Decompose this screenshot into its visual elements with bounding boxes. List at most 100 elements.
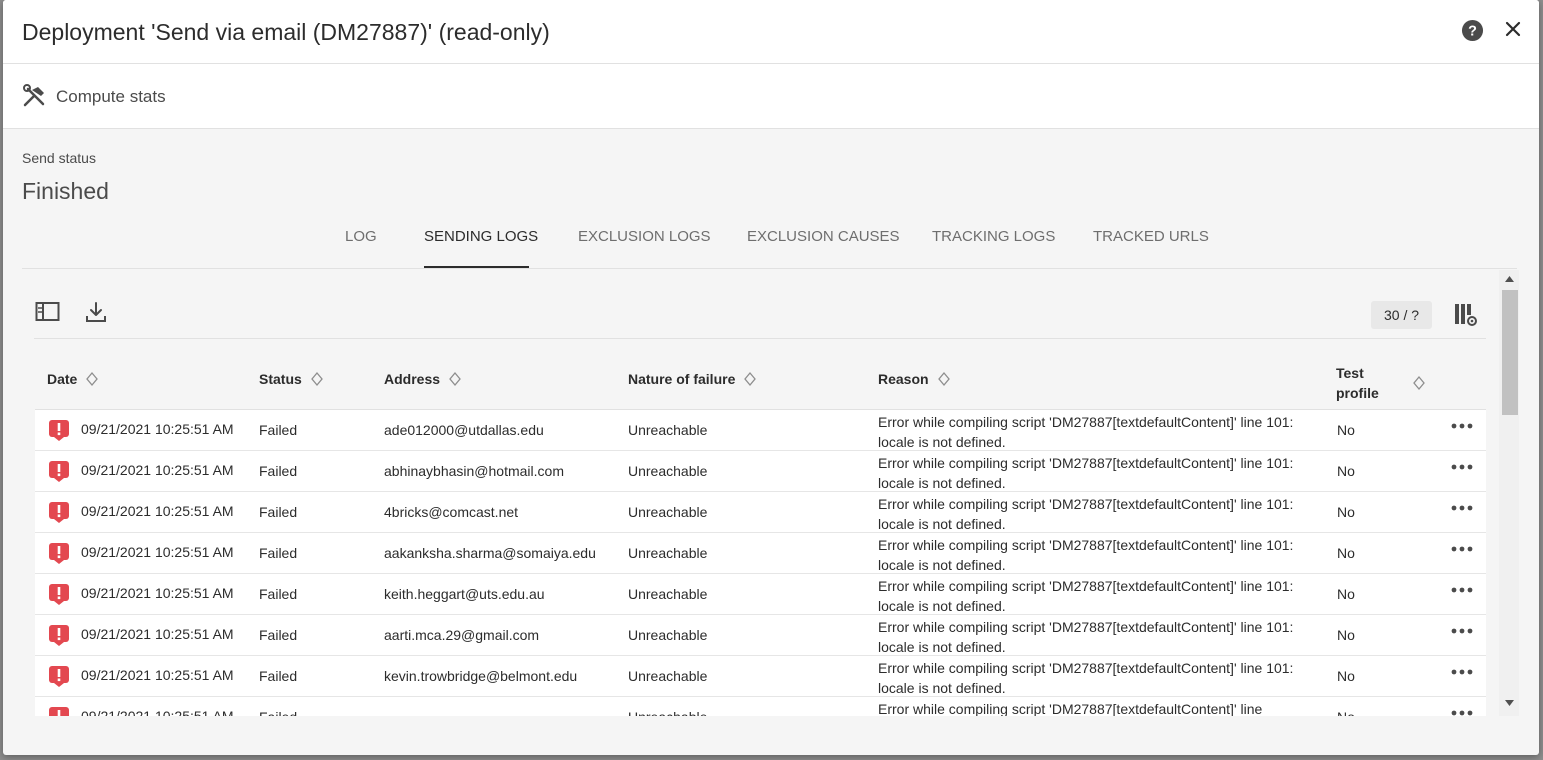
error-status-icon bbox=[49, 666, 69, 687]
sending-logs-table: Date Status Address Nature of failure Re… bbox=[35, 353, 1486, 716]
more-actions-icon[interactable] bbox=[1450, 625, 1474, 637]
column-header-date-label: Date bbox=[47, 371, 78, 387]
hammer-wrench-icon bbox=[23, 84, 45, 107]
cell-test-profile: No bbox=[1337, 668, 1355, 684]
sort-icon bbox=[310, 371, 323, 387]
column-header-reason[interactable]: Reason bbox=[878, 371, 950, 387]
cell-reason: Error while compiling script 'DM27887[te… bbox=[878, 701, 1263, 716]
more-actions-icon[interactable] bbox=[1450, 420, 1474, 432]
cell-status: Failed bbox=[259, 422, 298, 438]
cell-test-profile: No bbox=[1337, 463, 1355, 479]
column-header-status[interactable]: Status bbox=[259, 371, 323, 387]
cell-nature-of-failure: Unreachable bbox=[628, 463, 708, 479]
cell-status: Failed bbox=[259, 504, 298, 520]
sort-icon bbox=[449, 371, 461, 387]
compute-stats-button[interactable]: Compute stats bbox=[22, 82, 166, 112]
more-actions-icon[interactable] bbox=[1450, 502, 1474, 514]
download-icon[interactable] bbox=[84, 300, 108, 324]
cell-nature-of-failure: Unreachable bbox=[628, 709, 707, 716]
cell-date: 09/21/2021 10:25:51 AM bbox=[81, 708, 234, 716]
cell-nature-of-failure: Unreachable bbox=[628, 422, 708, 438]
tab-exclusion-logs[interactable]: EXCLUSION LOGS bbox=[578, 228, 711, 245]
cell-nature-of-failure: Unreachable bbox=[628, 586, 708, 602]
cell-address: aakanksha.sharma@somaiya.edu bbox=[384, 545, 596, 561]
cell-test-profile: No bbox=[1337, 627, 1355, 643]
table-row[interactable]: 09/21/2021 10:25:51 AM Failed keith.heggar… bbox=[35, 574, 1486, 615]
table-row[interactable]: 09/21/2021 10:25:51 AM Failed aakanksha.sh… bbox=[35, 533, 1486, 574]
column-header-address[interactable]: Address bbox=[384, 371, 461, 387]
cell-reason: Error while compiling script 'DM27887[te… bbox=[878, 414, 1294, 450]
error-status-icon bbox=[49, 502, 69, 523]
cell-date: 09/21/2021 10:25:51 AM bbox=[81, 421, 234, 437]
cell-date: 09/21/2021 10:25:51 AM bbox=[81, 544, 234, 560]
cell-address: abhinaybhasin@hotmail.com bbox=[384, 463, 564, 479]
table-row[interactable]: 09/21/2021 10:25:51 AM Failed 4bricks@comc… bbox=[35, 492, 1486, 533]
cell-test-profile: No bbox=[1337, 709, 1355, 716]
more-actions-icon[interactable] bbox=[1450, 461, 1474, 473]
cell-test-profile: No bbox=[1337, 586, 1355, 602]
cell-status: Failed bbox=[259, 586, 298, 602]
cell-nature-of-failure: Unreachable bbox=[628, 627, 708, 643]
table-row[interactable]: 09/21/2021 10:25:51 AM Failed ade012000@ut… bbox=[35, 410, 1486, 451]
dialog-toolbar: Compute stats bbox=[3, 64, 1539, 129]
cell-test-profile: No bbox=[1337, 545, 1355, 561]
help-circle-icon[interactable]: ? bbox=[1461, 19, 1484, 42]
dialog-title: Deployment 'Send via email (DM27887)' (r… bbox=[22, 19, 550, 45]
cell-date: 09/21/2021 10:25:51 AM bbox=[81, 462, 234, 478]
cell-reason: Error while compiling script 'DM27887[te… bbox=[878, 537, 1294, 573]
list-toolbar bbox=[34, 295, 1486, 339]
cell-address: ade012000@utdallas.edu bbox=[384, 422, 544, 438]
table-row[interactable]: 09/21/2021 10:25:51 AM Failed kevin.trowbr… bbox=[35, 656, 1486, 697]
error-status-icon bbox=[49, 420, 69, 441]
sort-icon bbox=[937, 371, 950, 387]
cell-reason: Error while compiling script 'DM27887[te… bbox=[878, 660, 1294, 696]
cell-address: kevin.trowbridge@belmont.edu bbox=[384, 668, 578, 684]
tab-exclusion-causes[interactable]: EXCLUSION CAUSES bbox=[747, 228, 900, 245]
table-row[interactable]: 09/21/2021 10:25:51 AM Failed aarti.mca.29… bbox=[35, 615, 1486, 656]
cell-address: 4bricks@comcast.net bbox=[384, 504, 519, 520]
cell-test-profile: No bbox=[1337, 504, 1355, 520]
cell-status: Failed bbox=[259, 545, 298, 561]
table-header: Date Status Address Nature of failure Re… bbox=[35, 353, 1486, 410]
column-header-address-label: Address bbox=[384, 371, 441, 387]
compute-stats-label: Compute stats bbox=[56, 87, 166, 106]
column-header-nature-of-failure[interactable]: Nature of failure bbox=[628, 371, 757, 387]
tab-tracking-logs[interactable]: TRACKING LOGS bbox=[932, 228, 1055, 245]
svg-text:?: ? bbox=[1468, 23, 1477, 39]
column-settings-icon[interactable] bbox=[1453, 302, 1479, 328]
scroll-down-icon[interactable] bbox=[1505, 700, 1514, 706]
error-status-icon bbox=[49, 584, 69, 605]
table-body: 09/21/2021 10:25:51 AM Failed ade012000@ut… bbox=[35, 410, 1486, 716]
tab-tracked-urls[interactable]: TRACKED URLS bbox=[1093, 228, 1209, 245]
cell-date: 09/21/2021 10:25:51 AM bbox=[81, 667, 234, 683]
sort-icon bbox=[86, 371, 99, 387]
cell-status: Failed bbox=[259, 668, 298, 684]
sort-icon[interactable] bbox=[1413, 375, 1425, 391]
column-header-date[interactable]: Date bbox=[47, 371, 99, 387]
cell-date: 09/21/2021 10:25:51 AM bbox=[81, 503, 234, 519]
page-count-badge: 30 / ? bbox=[1371, 301, 1432, 329]
toggle-sidebar-icon[interactable] bbox=[35, 301, 61, 323]
table-row[interactable]: 09/21/2021 10:25:51 AM Failed Unreachable E… bbox=[35, 697, 1486, 716]
error-status-icon bbox=[49, 461, 69, 482]
more-actions-icon[interactable] bbox=[1450, 707, 1474, 716]
column-header-nature-label: Nature of failure bbox=[628, 371, 736, 387]
scroll-up-icon[interactable] bbox=[1505, 276, 1514, 282]
column-header-test-profile[interactable]: Test profile bbox=[1336, 363, 1379, 403]
more-actions-icon[interactable] bbox=[1450, 584, 1474, 596]
cell-reason: Error while compiling script 'DM27887[te… bbox=[878, 578, 1294, 614]
cell-reason: Error while compiling script 'DM27887[te… bbox=[878, 496, 1294, 532]
error-status-icon bbox=[49, 543, 69, 564]
sending-logs-panel: 30 / ? Date Status Address Nature of fai… bbox=[22, 270, 1518, 716]
column-header-test-line2: profile bbox=[1336, 385, 1379, 401]
more-actions-icon[interactable] bbox=[1450, 666, 1474, 678]
tab-sending-logs[interactable]: SENDING LOGS bbox=[424, 228, 538, 245]
tab-log[interactable]: LOG bbox=[345, 228, 377, 245]
scrollbar-thumb[interactable] bbox=[1502, 290, 1518, 415]
table-row[interactable]: 09/21/2021 10:25:51 AM Failed abhinaybhasi… bbox=[35, 451, 1486, 492]
close-icon[interactable] bbox=[1503, 19, 1523, 39]
more-actions-icon[interactable] bbox=[1450, 543, 1474, 555]
cell-date: 09/21/2021 10:25:51 AM bbox=[81, 585, 234, 601]
cell-reason: Error while compiling script 'DM27887[te… bbox=[878, 455, 1294, 491]
column-header-reason-label: Reason bbox=[878, 371, 929, 387]
